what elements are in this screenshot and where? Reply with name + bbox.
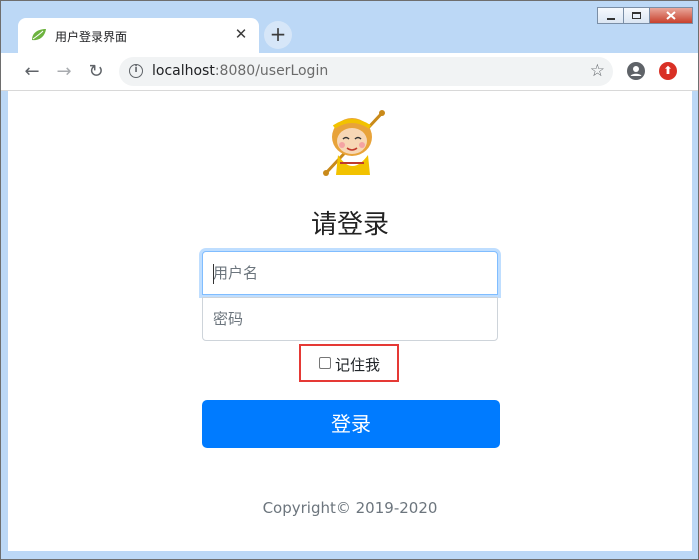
page-title: 请登录 [310, 210, 389, 240]
password-placeholder: 密码 [213, 310, 244, 328]
page-content: 请登录 用户名 密码 记住我 登录 Copyright© 2019-2020 [8, 91, 692, 551]
url-path: :8080/userLogin [214, 63, 329, 79]
remember-me-checkbox[interactable] [319, 357, 331, 369]
url-text: localhost:8080/userLogin [152, 63, 328, 79]
copyright-footer: Copyright© 2019-2020 [262, 499, 438, 517]
close-icon [666, 11, 676, 20]
leaf-icon [32, 29, 46, 41]
window-controls [597, 7, 693, 25]
minimize-icon [606, 17, 615, 20]
new-tab-button[interactable]: + [264, 21, 292, 49]
reload-button[interactable]: ↻ [84, 60, 108, 84]
remember-me-label[interactable]: 记住我 [335, 354, 380, 375]
maximize-button[interactable] [623, 7, 649, 24]
title-bar: 用户登录界面 ✕ + [1, 1, 698, 53]
username-input[interactable]: 用户名 [202, 251, 498, 295]
back-button[interactable]: ← [20, 60, 44, 84]
username-placeholder: 用户名 [213, 264, 259, 282]
forward-button[interactable]: → [52, 60, 76, 84]
profile-icon[interactable] [627, 62, 645, 80]
logo-image [323, 110, 385, 176]
tab-close-icon[interactable]: ✕ [233, 26, 249, 42]
update-icon[interactable]: ⬆ [659, 62, 677, 80]
close-window-button[interactable] [649, 7, 693, 24]
login-button[interactable]: 登录 [202, 400, 500, 448]
bookmark-star-icon[interactable]: ☆ [590, 61, 605, 81]
person-icon [630, 66, 642, 76]
browser-window: 用户登录界面 ✕ + ← → ↻ i localhost:8080/userLo… [0, 0, 699, 560]
text-caret [213, 264, 214, 284]
browser-tab[interactable]: 用户登录界面 ✕ [18, 18, 259, 53]
address-bar[interactable]: i localhost:8080/userLogin ☆ [119, 57, 613, 86]
browser-toolbar: ← → ↻ i localhost:8080/userLogin ☆ ⬆ [1, 53, 698, 91]
tab-title: 用户登录界面 [55, 30, 128, 44]
password-input[interactable]: 密码 [202, 297, 498, 341]
maximize-icon [632, 12, 641, 19]
url-host: localhost [152, 63, 215, 79]
info-icon[interactable]: i [129, 64, 143, 78]
minimize-button[interactable] [597, 7, 623, 24]
